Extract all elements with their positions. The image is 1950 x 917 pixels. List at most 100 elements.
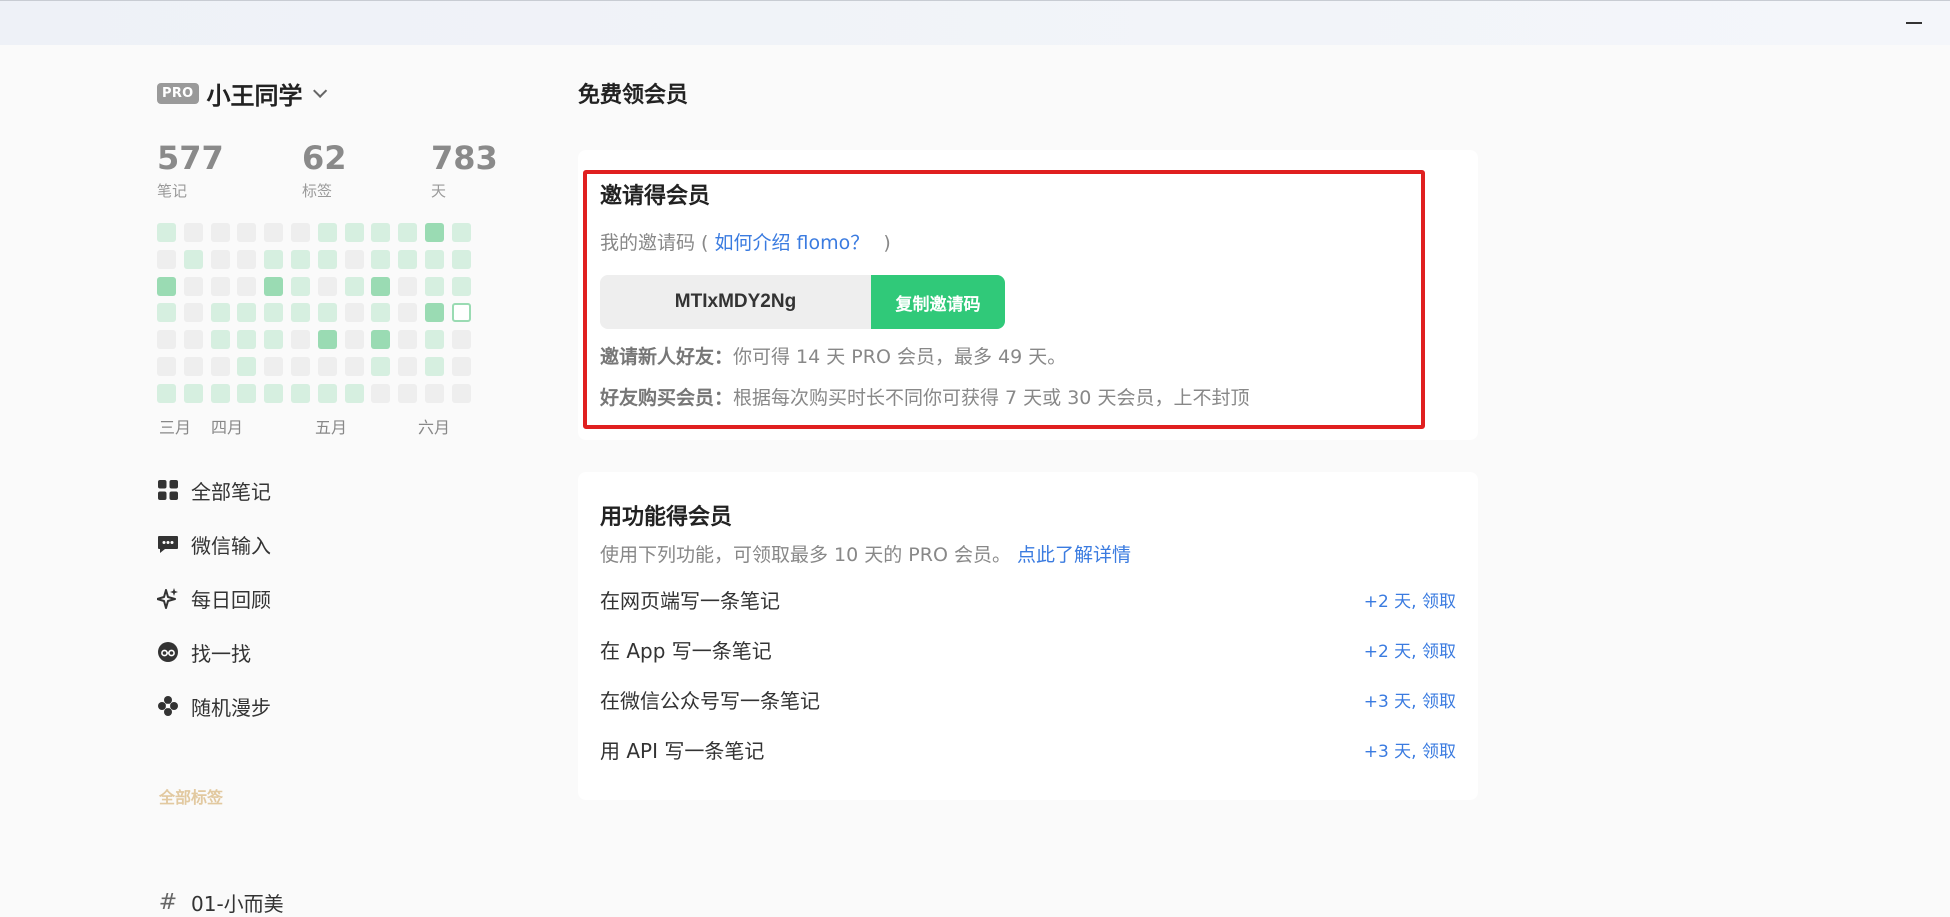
heatmap-cell[interactable] — [157, 223, 176, 242]
heatmap-cell[interactable] — [183, 249, 203, 269]
heatmap-cell[interactable] — [425, 330, 444, 350]
heatmap-cell[interactable] — [344, 249, 364, 269]
heatmap-cell[interactable] — [264, 303, 284, 323]
heatmap-cell[interactable] — [344, 276, 364, 296]
heatmap-cell[interactable] — [451, 357, 471, 376]
heatmap-cell[interactable] — [210, 276, 230, 296]
heatmap-cell[interactable] — [264, 249, 284, 269]
minimize-icon[interactable] — [1906, 22, 1922, 24]
heatmap-cell[interactable] — [237, 383, 257, 403]
heatmap-cell[interactable] — [183, 223, 203, 242]
heatmap-cell[interactable] — [425, 223, 444, 242]
heatmap-cell[interactable] — [398, 330, 418, 350]
heatmap-cell[interactable] — [371, 383, 391, 403]
heatmap-cell[interactable] — [425, 303, 444, 323]
heatmap-cell[interactable] — [264, 357, 284, 376]
heatmap-cell[interactable] — [344, 330, 364, 350]
claim-link[interactable]: +3 天, 领取 — [1364, 737, 1456, 762]
sidebar-item-wechat-input[interactable]: 微信输入 — [157, 524, 271, 564]
heatmap-cell[interactable] — [317, 303, 337, 323]
heatmap-cell[interactable] — [291, 249, 310, 269]
heatmap-cell[interactable] — [210, 249, 230, 269]
heatmap-cell[interactable] — [451, 276, 471, 296]
sidebar-item-daily-review[interactable]: 每日回顾 — [157, 578, 271, 618]
heatmap-cell[interactable] — [264, 276, 284, 296]
heatmap-cell[interactable] — [371, 330, 391, 350]
heatmap-cell[interactable] — [344, 383, 364, 403]
heatmap-cell[interactable] — [210, 330, 230, 350]
learn-more-link[interactable]: 点此了解详情 — [1017, 544, 1131, 566]
heatmap-cell[interactable] — [237, 303, 257, 323]
heatmap-cell[interactable] — [317, 249, 337, 269]
heatmap-cell[interactable] — [157, 330, 176, 350]
heatmap-cell[interactable] — [291, 303, 310, 323]
heatmap-cell[interactable] — [237, 249, 257, 269]
heatmap-cell[interactable] — [291, 276, 310, 296]
heatmap-cell[interactable] — [264, 223, 284, 242]
heatmap-cell[interactable] — [183, 383, 203, 403]
heatmap-cell[interactable] — [264, 383, 284, 403]
claim-link[interactable]: +2 天, 领取 — [1364, 587, 1456, 612]
heatmap-cell[interactable] — [425, 357, 444, 376]
heatmap-cell[interactable] — [451, 223, 471, 242]
heatmap-cell[interactable] — [398, 383, 418, 403]
tag-item[interactable]: # 01-小而美 — [157, 888, 284, 917]
heatmap-cell[interactable] — [425, 276, 444, 296]
heatmap-cell[interactable] — [317, 330, 337, 350]
sidebar-item-search[interactable]: 找一找 — [157, 632, 251, 672]
heatmap-cell[interactable] — [264, 330, 284, 350]
heatmap-cell[interactable] — [291, 223, 310, 242]
heatmap-cell[interactable] — [371, 357, 391, 376]
heatmap-cell[interactable] — [398, 357, 418, 376]
heatmap-cell[interactable] — [451, 249, 471, 269]
heatmap-cell[interactable] — [371, 249, 391, 269]
heatmap-cell[interactable] — [425, 383, 444, 403]
heatmap-cell[interactable] — [451, 383, 471, 403]
heatmap-cell[interactable] — [398, 276, 418, 296]
heatmap-cell[interactable] — [237, 276, 257, 296]
heatmap-cell[interactable] — [157, 357, 176, 376]
heatmap-cell[interactable] — [425, 249, 444, 269]
invite-code-field[interactable]: MTIxMDY2Ng — [600, 275, 871, 329]
heatmap-cell[interactable] — [451, 330, 471, 350]
heatmap-cell[interactable] — [398, 249, 418, 269]
heatmap-cell[interactable] — [344, 303, 364, 323]
heatmap-cell[interactable] — [237, 223, 257, 242]
heatmap-cell[interactable] — [317, 357, 337, 376]
heatmap-cell[interactable] — [371, 223, 391, 242]
heatmap-cell[interactable] — [157, 383, 176, 403]
heatmap-cell[interactable] — [344, 357, 364, 376]
heatmap-cell[interactable] — [183, 357, 203, 376]
how-to-introduce-link[interactable]: 如何介绍 flomo？ — [715, 232, 870, 254]
heatmap-cell[interactable] — [237, 330, 257, 350]
heatmap-cell[interactable] — [157, 303, 176, 323]
copy-invite-code-button[interactable]: 复制邀请码 — [871, 275, 1005, 329]
user-menu[interactable]: PRO 小王同学 — [157, 70, 497, 116]
heatmap-cell[interactable] — [237, 357, 257, 376]
heatmap-cell[interactable] — [291, 383, 310, 403]
heatmap-cell[interactable] — [210, 383, 230, 403]
heatmap-cell[interactable] — [371, 303, 391, 323]
heatmap-cell[interactable] — [210, 223, 230, 242]
heatmap-cell[interactable] — [183, 276, 203, 296]
heatmap-cell[interactable] — [291, 330, 310, 350]
claim-link[interactable]: +2 天, 领取 — [1364, 637, 1456, 662]
heatmap-cell[interactable] — [157, 276, 176, 296]
heatmap-cell[interactable] — [210, 303, 230, 323]
heatmap-cell[interactable] — [344, 223, 364, 242]
heatmap-cell[interactable] — [317, 276, 337, 296]
sidebar-item-all-notes[interactable]: 全部笔记 — [157, 470, 271, 510]
chevron-down-icon[interactable] — [312, 83, 327, 98]
heatmap-cell[interactable] — [398, 303, 418, 323]
heatmap-cell[interactable] — [317, 223, 337, 242]
claim-link[interactable]: +3 天, 领取 — [1364, 687, 1456, 712]
heatmap-cell[interactable] — [451, 303, 471, 323]
heatmap-cell[interactable] — [157, 249, 176, 269]
sidebar-item-random-walk[interactable]: 随机漫步 — [157, 686, 271, 726]
heatmap-cell[interactable] — [183, 303, 203, 323]
heatmap-cell[interactable] — [317, 383, 337, 403]
heatmap-cell[interactable] — [398, 223, 418, 242]
heatmap-cell[interactable] — [183, 330, 203, 350]
heatmap-cell[interactable] — [291, 357, 310, 376]
heatmap-cell[interactable] — [210, 357, 230, 376]
